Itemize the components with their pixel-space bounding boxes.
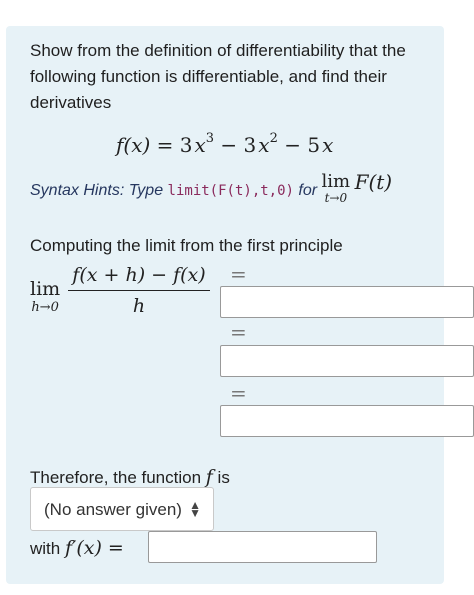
problem-prompt: Show from the definition of differentiab… <box>30 41 406 112</box>
coef3: 5 <box>307 133 321 157</box>
derivative-label: f′(x) = <box>64 537 124 559</box>
equals-sign-2: = <box>230 320 247 344</box>
is-text: is <box>212 468 230 487</box>
hint-prefix: Syntax Hints: Type <box>30 182 168 199</box>
hint-for: for <box>293 182 322 199</box>
answer-field-3[interactable] <box>220 405 474 437</box>
answer-field-1[interactable] <box>220 286 474 318</box>
var1: x <box>194 133 206 157</box>
quotient-denominator: h <box>132 295 146 317</box>
conclusion-text: Therefore, the function f is <box>30 466 230 488</box>
answer-field-2[interactable] <box>220 345 474 377</box>
syntax-hint: Syntax Hints: Type limit(F(t),t,0) for l… <box>30 170 392 208</box>
updown-arrows-icon: ▲ ▼ <box>189 498 201 520</box>
exp2: 2 <box>269 131 278 147</box>
hint-code: limit(F(t),t,0) <box>167 183 294 199</box>
exp1: 3 <box>205 131 215 147</box>
lim-text: lim <box>30 278 61 300</box>
therefore-text: Therefore, the function <box>30 468 206 487</box>
function-equation: f(x) = 3 x3 − 3 x2 − 5 x <box>116 131 334 157</box>
differentiable-select[interactable]: (No answer given) ▲ ▼ <box>30 487 214 531</box>
with-text: with <box>30 539 65 558</box>
hint-expr: F(t) <box>354 170 393 194</box>
coef1: 3 <box>179 133 193 157</box>
function-lhs: f(x) = <box>116 133 180 157</box>
lim-subscript: h→0 <box>31 300 59 315</box>
derivative-field[interactable] <box>148 531 377 563</box>
var3: x <box>322 133 334 157</box>
hint-lim: lim <box>321 171 351 192</box>
hint-lim-sub: t→0 <box>324 191 348 205</box>
difference-quotient: f(x + h) − f(x) h <box>68 264 210 317</box>
var2: x <box>258 133 270 157</box>
limit-heading: Computing the limit from the first princ… <box>30 236 343 255</box>
select-value: (No answer given) <box>44 500 182 519</box>
derivative-row: with f′(x) = <box>30 537 124 559</box>
function-symbol: f <box>205 466 213 488</box>
limit-operator: lim h→0 <box>30 278 60 315</box>
quotient-numerator: f(x + h) − f(x) <box>68 264 210 291</box>
equals-sign-3: = <box>230 381 247 405</box>
coef2: 3 <box>243 133 257 157</box>
equals-sign-1: = <box>230 262 247 286</box>
